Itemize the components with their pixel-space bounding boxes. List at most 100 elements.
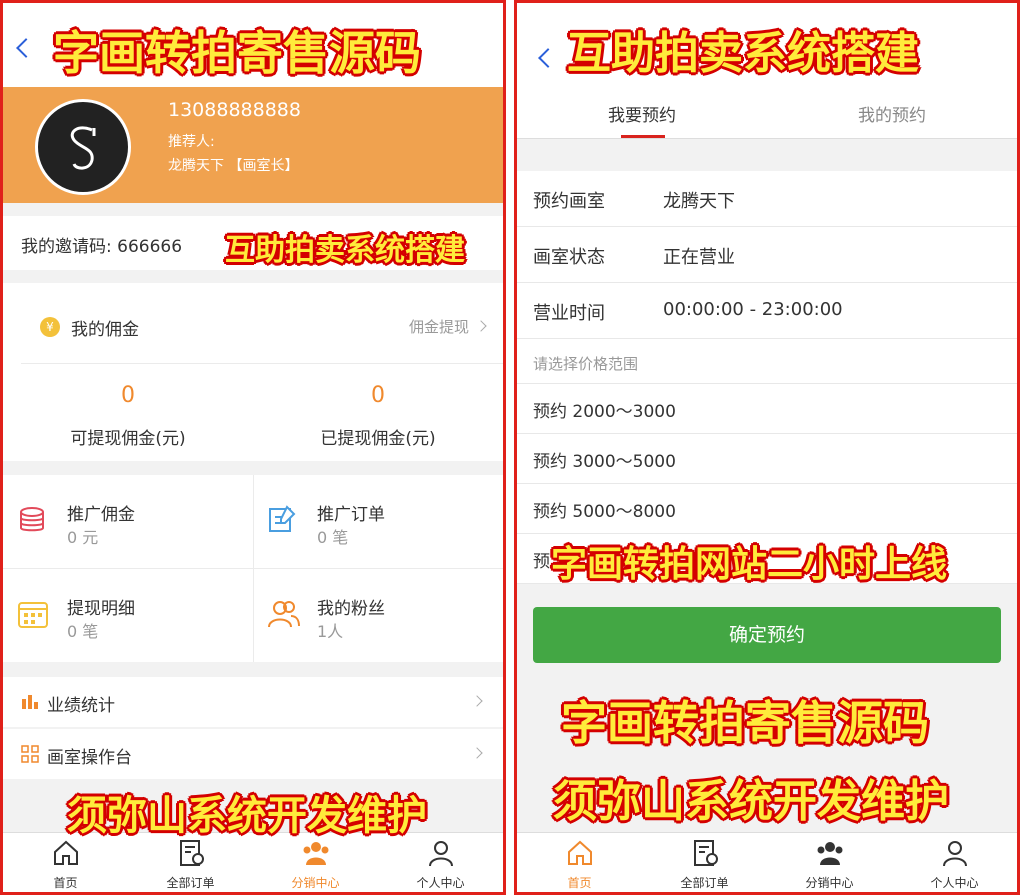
field-value: 龙腾天下 <box>663 191 735 212</box>
option-label: 预约 5000～8000 <box>533 502 676 522</box>
bar-chart-icon <box>22 695 38 709</box>
performance-stats-row[interactable]: 业绩统计 <box>3 677 503 727</box>
logo-s-icon <box>70 126 96 170</box>
edit-document-icon <box>269 505 296 532</box>
user-icon <box>942 841 967 867</box>
field-label: 预约画室 <box>533 191 605 212</box>
withdraw-label: 佣金提现 <box>408 318 469 336</box>
tab-make-reservation[interactable]: 我要预约 <box>517 101 767 126</box>
avatar[interactable] <box>35 99 131 195</box>
back-arrow-icon[interactable] <box>538 48 558 68</box>
referrer-label: 推荐人: <box>168 134 215 150</box>
tab-label: 全部订单 <box>680 876 729 890</box>
watermark-banner: 互助拍卖系统搭建 <box>225 233 465 268</box>
bottom-tabbar: 首页 全部订单 分销中心 个人中心 <box>3 832 503 892</box>
available-commission-label: 可提现佣金(元) <box>70 429 186 449</box>
menu-label: 画室操作台 <box>47 748 132 768</box>
promotion-commission-cell[interactable]: 推广佣金 0 元 <box>3 475 253 568</box>
price-option[interactable]: 预约 3000～5000 <box>517 434 1017 484</box>
cell-value: 0 笔 <box>317 528 349 547</box>
bottom-tabbar: 首页 全部订单 分销中心 个人中心 <box>517 832 1017 892</box>
withdraw-link[interactable]: 佣金提现 <box>408 316 487 337</box>
tab-profile[interactable]: 个人中心 <box>892 833 1017 892</box>
orders-icon <box>693 840 718 866</box>
watermark-banner: 须弥山系统开发维护 <box>553 776 949 827</box>
user-icon <box>428 841 453 867</box>
studio-row: 预约画室 龙腾天下 <box>517 171 1017 227</box>
commission-title: 我的佣金 <box>71 320 139 340</box>
profile-header: 13088888888 推荐人: 龙腾天下 【画室长】 <box>3 87 503 203</box>
calendar-icon <box>18 602 48 628</box>
watermark-banner: 字画转拍寄售源码 <box>561 696 929 750</box>
tab-label: 分销中心 <box>291 876 340 890</box>
phone-number: 13088888888 <box>168 99 301 121</box>
option-label: 预约 3000～5000 <box>533 452 676 472</box>
chevron-right-icon <box>471 695 483 707</box>
group-icon <box>817 842 842 865</box>
field-label: 营业时间 <box>533 303 605 324</box>
tab-label: 个人中心 <box>930 876 979 890</box>
menu-label: 业绩统计 <box>47 696 115 716</box>
field-value: 正在营业 <box>663 247 735 268</box>
watermark-banner: 字画转拍寄售源码 <box>53 26 421 80</box>
commission-card: ¥ 我的佣金 佣金提现 0 0 可提现佣金(元) 已提现佣金(元) <box>3 283 503 461</box>
active-tab-indicator <box>621 135 665 138</box>
option-label: 预 <box>533 552 550 572</box>
cell-value: 0 笔 <box>67 622 99 641</box>
invite-code: 我的邀请码: 666666 <box>21 237 183 257</box>
grid-icon <box>21 745 39 763</box>
field-value: 00:00:00 - 23:00:00 <box>663 299 843 320</box>
watermark-banner: 须弥山系统开发维护 <box>67 792 427 839</box>
studio-name: 龙腾天下 【画室长】 <box>168 158 299 174</box>
database-icon <box>20 507 44 532</box>
cell-value: 1人 <box>317 622 344 641</box>
hours-row: 营业时间 00:00:00 - 23:00:00 <box>517 283 1017 339</box>
withdraw-details-cell[interactable]: 提现明细 0 笔 <box>3 569 253 662</box>
cell-title: 推广订单 <box>317 505 385 525</box>
promotion-orders-cell[interactable]: 推广订单 0 笔 <box>253 475 503 568</box>
tab-home[interactable]: 首页 <box>3 833 128 892</box>
cell-value: 0 元 <box>67 528 99 547</box>
tab-label: 分销中心 <box>805 876 854 890</box>
cell-title: 提现明细 <box>67 599 135 619</box>
feature-grid: 推广佣金 0 元 推广订单 0 笔 提现明细 0 笔 我的粉丝 1人 <box>3 475 503 662</box>
home-icon <box>567 840 592 865</box>
my-fans-cell[interactable]: 我的粉丝 1人 <box>253 569 503 662</box>
field-label: 画室状态 <box>533 247 605 268</box>
watermark-banner: 互助拍卖系统搭建 <box>567 28 919 79</box>
orders-icon <box>179 840 204 866</box>
chevron-right-icon <box>475 320 487 332</box>
tab-label: 首页 <box>567 876 592 890</box>
withdrawn-commission-value: 0 <box>371 383 385 408</box>
divider <box>21 363 503 364</box>
tab-distribution-center[interactable]: 分销中心 <box>253 833 378 892</box>
cell-title: 推广佣金 <box>67 505 135 525</box>
tab-profile[interactable]: 个人中心 <box>378 833 503 892</box>
distribution-center-screen: 字画转拍寄售源码 13088888888 推荐人: 龙腾天下 【画室长】 我的邀… <box>0 0 506 895</box>
option-label: 预约 2000～3000 <box>533 402 676 422</box>
withdrawn-commission-label: 已提现佣金(元) <box>320 429 436 449</box>
confirm-reservation-button[interactable]: 确定预约 <box>533 607 1001 663</box>
status-row: 画室状态 正在营业 <box>517 227 1017 283</box>
cell-title: 我的粉丝 <box>317 599 385 619</box>
price-option[interactable]: 预约 5000～8000 <box>517 484 1017 534</box>
group-icon <box>303 842 328 865</box>
price-option[interactable]: 预约 2000～3000 <box>517 384 1017 434</box>
tab-all-orders[interactable]: 全部订单 <box>642 833 767 892</box>
reservation-tabs: 我要预约 我的预约 <box>517 87 1017 139</box>
tab-my-reservations[interactable]: 我的预约 <box>767 101 1017 126</box>
tab-distribution-center[interactable]: 分销中心 <box>767 833 892 892</box>
available-commission-value: 0 <box>121 383 135 408</box>
money-bag-icon: ¥ <box>40 317 60 337</box>
reservation-screen: 互助拍卖系统搭建 我要预约 我的预约 预约画室 龙腾天下 画室状态 正在营业 营… <box>514 0 1020 895</box>
price-hint-row: 请选择价格范围 <box>517 339 1017 384</box>
tab-label: 首页 <box>53 876 78 890</box>
tab-all-orders[interactable]: 全部订单 <box>128 833 253 892</box>
tab-home[interactable]: 首页 <box>517 833 642 892</box>
back-arrow-icon[interactable] <box>16 38 36 58</box>
users-icon <box>268 601 300 628</box>
studio-console-row[interactable]: 画室操作台 <box>3 729 503 779</box>
tab-label: 个人中心 <box>416 876 465 890</box>
home-icon <box>53 840 78 865</box>
tab-label: 全部订单 <box>166 876 215 890</box>
